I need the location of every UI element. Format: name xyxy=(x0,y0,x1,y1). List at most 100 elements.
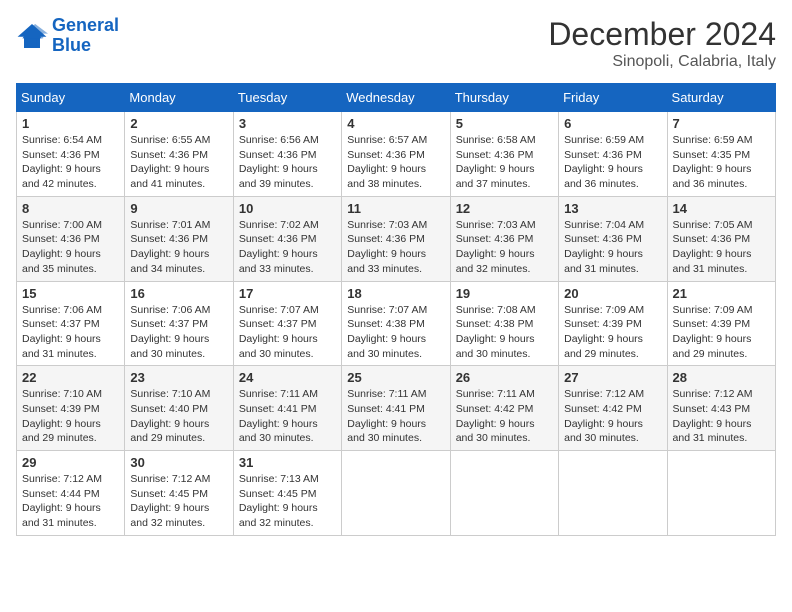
sunset-label: Sunset: 4:36 PM xyxy=(22,233,100,245)
calendar-day-cell: 18 Sunrise: 7:07 AM Sunset: 4:38 PM Dayl… xyxy=(342,281,450,366)
sunset-label: Sunset: 4:38 PM xyxy=(347,318,425,330)
calendar-week-row: 22 Sunrise: 7:10 AM Sunset: 4:39 PM Dayl… xyxy=(17,366,776,451)
daylight-label: Daylight: 9 hours and 36 minutes. xyxy=(673,163,752,190)
sunset-label: Sunset: 4:36 PM xyxy=(22,149,100,161)
calendar-day-cell: 26 Sunrise: 7:11 AM Sunset: 4:42 PM Dayl… xyxy=(450,366,558,451)
page-header: GeneralBlue December 2024 Sinopoli, Cala… xyxy=(16,16,776,71)
sunrise-label: Sunrise: 6:54 AM xyxy=(22,134,102,146)
calendar-day-cell: 31 Sunrise: 7:13 AM Sunset: 4:45 PM Dayl… xyxy=(233,451,341,536)
daylight-label: Daylight: 9 hours and 29 minutes. xyxy=(564,333,643,360)
day-number: 3 xyxy=(239,116,336,131)
sunrise-label: Sunrise: 6:55 AM xyxy=(130,134,210,146)
day-info: Sunrise: 7:05 AM Sunset: 4:36 PM Dayligh… xyxy=(673,218,770,277)
day-number: 11 xyxy=(347,201,444,216)
sunset-label: Sunset: 4:39 PM xyxy=(564,318,642,330)
day-info: Sunrise: 7:09 AM Sunset: 4:39 PM Dayligh… xyxy=(673,303,770,362)
logo: GeneralBlue xyxy=(16,16,119,56)
day-number: 2 xyxy=(130,116,227,131)
calendar-day-cell: 11 Sunrise: 7:03 AM Sunset: 4:36 PM Dayl… xyxy=(342,196,450,281)
daylight-label: Daylight: 9 hours and 33 minutes. xyxy=(347,248,426,275)
calendar-day-cell xyxy=(450,451,558,536)
calendar-day-cell: 29 Sunrise: 7:12 AM Sunset: 4:44 PM Dayl… xyxy=(17,451,125,536)
day-of-week-header: Sunday xyxy=(17,84,125,112)
calendar-day-cell xyxy=(559,451,667,536)
day-number: 25 xyxy=(347,370,444,385)
day-of-week-header: Thursday xyxy=(450,84,558,112)
sunset-label: Sunset: 4:36 PM xyxy=(239,233,317,245)
day-info: Sunrise: 7:04 AM Sunset: 4:36 PM Dayligh… xyxy=(564,218,661,277)
calendar-header-row: SundayMondayTuesdayWednesdayThursdayFrid… xyxy=(17,84,776,112)
sunrise-label: Sunrise: 7:11 AM xyxy=(347,388,426,400)
logo-icon xyxy=(16,22,48,50)
day-number: 14 xyxy=(673,201,770,216)
sunrise-label: Sunrise: 7:03 AM xyxy=(347,219,427,231)
daylight-label: Daylight: 9 hours and 31 minutes. xyxy=(22,333,101,360)
sunrise-label: Sunrise: 7:02 AM xyxy=(239,219,319,231)
sunset-label: Sunset: 4:44 PM xyxy=(22,488,100,500)
calendar-day-cell: 22 Sunrise: 7:10 AM Sunset: 4:39 PM Dayl… xyxy=(17,366,125,451)
day-of-week-header: Friday xyxy=(559,84,667,112)
day-info: Sunrise: 7:02 AM Sunset: 4:36 PM Dayligh… xyxy=(239,218,336,277)
sunset-label: Sunset: 4:43 PM xyxy=(673,403,751,415)
daylight-label: Daylight: 9 hours and 42 minutes. xyxy=(22,163,101,190)
sunrise-label: Sunrise: 7:12 AM xyxy=(22,473,102,485)
day-info: Sunrise: 6:59 AM Sunset: 4:36 PM Dayligh… xyxy=(564,133,661,192)
sunset-label: Sunset: 4:37 PM xyxy=(130,318,208,330)
sunset-label: Sunset: 4:36 PM xyxy=(239,149,317,161)
sunrise-label: Sunrise: 7:01 AM xyxy=(130,219,210,231)
day-info: Sunrise: 7:03 AM Sunset: 4:36 PM Dayligh… xyxy=(347,218,444,277)
day-info: Sunrise: 7:09 AM Sunset: 4:39 PM Dayligh… xyxy=(564,303,661,362)
sunset-label: Sunset: 4:36 PM xyxy=(564,149,642,161)
sunrise-label: Sunrise: 7:12 AM xyxy=(130,473,210,485)
sunset-label: Sunset: 4:37 PM xyxy=(239,318,317,330)
day-number: 16 xyxy=(130,286,227,301)
daylight-label: Daylight: 9 hours and 30 minutes. xyxy=(456,418,535,445)
sunset-label: Sunset: 4:36 PM xyxy=(347,149,425,161)
day-number: 17 xyxy=(239,286,336,301)
calendar-day-cell: 8 Sunrise: 7:00 AM Sunset: 4:36 PM Dayli… xyxy=(17,196,125,281)
day-of-week-header: Tuesday xyxy=(233,84,341,112)
day-number: 22 xyxy=(22,370,119,385)
sunrise-label: Sunrise: 7:07 AM xyxy=(239,304,319,316)
day-number: 23 xyxy=(130,370,227,385)
day-info: Sunrise: 7:10 AM Sunset: 4:39 PM Dayligh… xyxy=(22,387,119,446)
sunset-label: Sunset: 4:38 PM xyxy=(456,318,534,330)
sunset-label: Sunset: 4:45 PM xyxy=(130,488,208,500)
calendar-day-cell: 2 Sunrise: 6:55 AM Sunset: 4:36 PM Dayli… xyxy=(125,112,233,197)
calendar-day-cell: 7 Sunrise: 6:59 AM Sunset: 4:35 PM Dayli… xyxy=(667,112,775,197)
calendar-day-cell: 3 Sunrise: 6:56 AM Sunset: 4:36 PM Dayli… xyxy=(233,112,341,197)
page-title: December 2024 xyxy=(548,16,776,53)
calendar-day-cell: 23 Sunrise: 7:10 AM Sunset: 4:40 PM Dayl… xyxy=(125,366,233,451)
sunset-label: Sunset: 4:36 PM xyxy=(456,149,534,161)
sunrise-label: Sunrise: 7:07 AM xyxy=(347,304,427,316)
calendar-day-cell: 6 Sunrise: 6:59 AM Sunset: 4:36 PM Dayli… xyxy=(559,112,667,197)
sunrise-label: Sunrise: 7:06 AM xyxy=(130,304,210,316)
day-number: 12 xyxy=(456,201,553,216)
daylight-label: Daylight: 9 hours and 32 minutes. xyxy=(130,502,209,529)
calendar-day-cell: 9 Sunrise: 7:01 AM Sunset: 4:36 PM Dayli… xyxy=(125,196,233,281)
day-number: 21 xyxy=(673,286,770,301)
sunset-label: Sunset: 4:39 PM xyxy=(673,318,751,330)
logo-text: GeneralBlue xyxy=(52,16,119,56)
sunrise-label: Sunrise: 7:11 AM xyxy=(456,388,535,400)
sunset-label: Sunset: 4:36 PM xyxy=(456,233,534,245)
calendar-day-cell: 5 Sunrise: 6:58 AM Sunset: 4:36 PM Dayli… xyxy=(450,112,558,197)
day-info: Sunrise: 7:12 AM Sunset: 4:45 PM Dayligh… xyxy=(130,472,227,531)
daylight-label: Daylight: 9 hours and 30 minutes. xyxy=(564,418,643,445)
day-info: Sunrise: 7:06 AM Sunset: 4:37 PM Dayligh… xyxy=(22,303,119,362)
day-number: 13 xyxy=(564,201,661,216)
daylight-label: Daylight: 9 hours and 31 minutes. xyxy=(673,248,752,275)
calendar-day-cell: 30 Sunrise: 7:12 AM Sunset: 4:45 PM Dayl… xyxy=(125,451,233,536)
sunset-label: Sunset: 4:36 PM xyxy=(130,233,208,245)
daylight-label: Daylight: 9 hours and 29 minutes. xyxy=(130,418,209,445)
sunrise-label: Sunrise: 7:13 AM xyxy=(239,473,319,485)
daylight-label: Daylight: 9 hours and 30 minutes. xyxy=(456,333,535,360)
day-number: 26 xyxy=(456,370,553,385)
calendar-table: SundayMondayTuesdayWednesdayThursdayFrid… xyxy=(16,83,776,536)
daylight-label: Daylight: 9 hours and 30 minutes. xyxy=(347,333,426,360)
daylight-label: Daylight: 9 hours and 30 minutes. xyxy=(130,333,209,360)
sunrise-label: Sunrise: 7:09 AM xyxy=(564,304,644,316)
calendar-day-cell: 4 Sunrise: 6:57 AM Sunset: 4:36 PM Dayli… xyxy=(342,112,450,197)
daylight-label: Daylight: 9 hours and 30 minutes. xyxy=(347,418,426,445)
daylight-label: Daylight: 9 hours and 36 minutes. xyxy=(564,163,643,190)
